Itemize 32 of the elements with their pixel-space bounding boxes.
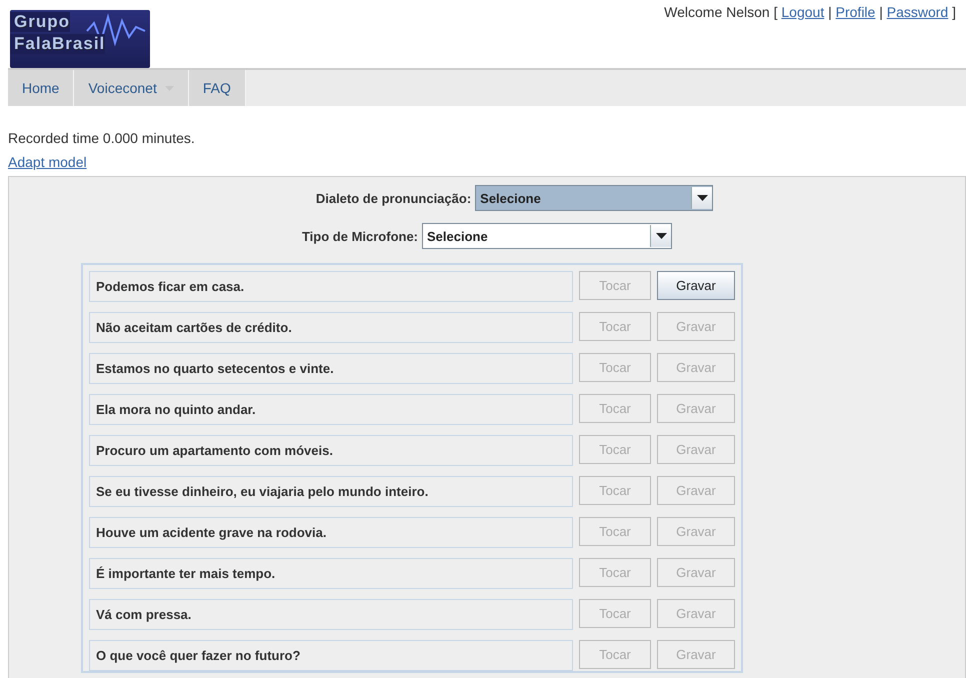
record-button[interactable]: Gravar: [657, 271, 735, 300]
sentence-text: Se eu tivesse dinheiro, eu viajaria pelo mundo inteiro.: [89, 476, 573, 507]
adapt-model-link[interactable]: Adapt model: [8, 154, 87, 170]
header-link[interactable]: Profile: [836, 4, 876, 20]
sentence-text: Podemos ficar em casa.: [89, 271, 573, 302]
nav-tab[interactable]: FAQ: [188, 70, 246, 106]
sentence-text: Houve um acidente grave na rodovia.: [89, 517, 573, 548]
dropdown-arrow-icon: [656, 233, 667, 239]
separator-text: |: [828, 4, 832, 20]
sentence-text: Ela mora no quinto andar.: [89, 394, 573, 425]
sentence-text: Vá com pressa.: [89, 599, 573, 630]
select-label: Dialeto de pronunciação:: [316, 190, 472, 206]
sentence-text: Estamos no quarto setecentos e vinte.: [89, 353, 573, 384]
recorded-time-text: Recorded time 0.000 minutes.: [8, 130, 196, 146]
sentence-text: Procuro um apartamento com móveis.: [89, 435, 573, 466]
nav-tab[interactable]: Voiceconet: [74, 70, 189, 106]
bracket-text: ]: [952, 4, 956, 20]
bracket-text: [: [774, 4, 778, 20]
separator-text: |: [879, 4, 883, 20]
welcome-text: Welcome Nelson: [664, 4, 770, 20]
dropdown-arrow-icon: [696, 195, 708, 201]
sentence-text: O que você quer fazer no futuro?: [89, 640, 573, 671]
header-link[interactable]: Password: [886, 4, 948, 20]
sentence-text: É importante ter mais tempo.: [89, 558, 573, 589]
logo-text: Grupo: [10, 12, 70, 32]
nav-tab[interactable]: Home: [8, 70, 74, 106]
select-label: Tipo de Microfone:: [302, 228, 418, 244]
header-link[interactable]: Logout: [781, 4, 824, 20]
combo-box[interactable]: Selecione: [475, 185, 714, 211]
sentence-text: Não aceitam cartões de crédito.: [89, 312, 573, 343]
logo-text: FalaBrasil: [10, 34, 106, 54]
combo-box[interactable]: Selecione: [422, 223, 672, 249]
